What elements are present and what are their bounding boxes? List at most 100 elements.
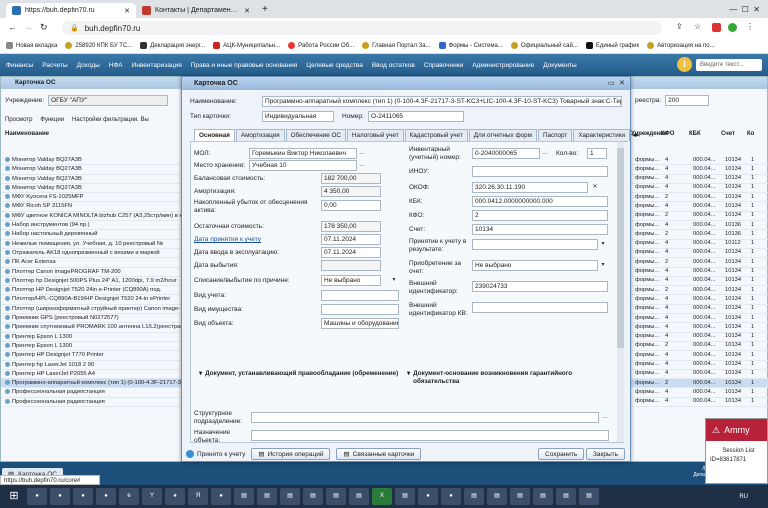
okof-field[interactable]: 320.26.30.11.190 (472, 182, 588, 193)
taskbar-app-icon[interactable]: Y (142, 488, 162, 505)
tab-scroll-icon[interactable]: ◂▸ (632, 131, 639, 139)
lookup-icon[interactable]: … (601, 413, 609, 422)
table-row[interactable]: Плоттер HP Designjet T520 24in e-Printer… (1, 286, 182, 296)
taskbar-app-icon[interactable]: ▤ (579, 488, 599, 505)
table-row[interactable]: Принтер HP LaserJet P2055 A4 (1, 370, 182, 380)
table-row[interactable]: формы... 2 000.04... 10134 1 (631, 212, 768, 222)
book-value-field[interactable]: 182 700,00 (321, 173, 381, 184)
mol-field[interactable]: Горемыкин Виктор Николаевич (249, 148, 357, 159)
extension-icon[interactable] (712, 23, 721, 32)
tab-passport[interactable]: Паспорт (537, 129, 573, 141)
window-controls[interactable]: — ☐ ✕ (729, 5, 760, 14)
bookmark-item[interactable]: АЦК-Муниципальн... (213, 42, 280, 49)
table-row[interactable]: МФУ Ricoh SP 3115FN (1, 202, 182, 212)
close-tab-icon[interactable]: ✕ (244, 7, 250, 15)
residual-value-field[interactable]: 178 350,00 (321, 221, 381, 232)
table-row[interactable]: Профессиональная радиостанция (1, 388, 182, 398)
tab-tax[interactable]: Налоговый учет (346, 129, 404, 141)
table-row[interactable]: формы... 4 000.04... 10134 1 (631, 305, 768, 315)
menu-item-income[interactable]: Доходы (77, 62, 100, 69)
browser-tab-active[interactable]: https://buh.depfin70.ru ✕ (6, 3, 136, 18)
table-row[interactable]: формы... 4 000.04... 10134 1 (631, 314, 768, 324)
tab-cadastral[interactable]: Кадастровый учет (404, 129, 468, 141)
table-row[interactable]: формы... 4 000.04... 10134 1 (631, 323, 768, 333)
clear-icon[interactable]: ✕ (591, 183, 599, 192)
table-row[interactable]: формы... 4 000.04... 10134 1 (631, 370, 768, 380)
institution-field[interactable]: ОГБУ "АПУ" (48, 95, 169, 106)
bookmark-item[interactable]: Декларация энерг... (140, 42, 205, 49)
lookup-icon[interactable]: … (541, 149, 549, 158)
table-row[interactable]: формы... 4 000.04... 10134 1 (631, 268, 768, 277)
filter-settings-button[interactable]: Настройки фильтрации. Вы (72, 117, 149, 123)
warranty-document-section[interactable]: ▾ Документ-основание возникновения гарант… (407, 370, 607, 386)
table-row[interactable]: Принтер Epson L 1300 (1, 333, 182, 342)
chevron-down-icon[interactable]: ▾ (390, 276, 398, 285)
taskbar-app-icon[interactable]: ▤ (395, 488, 415, 505)
table-row[interactable]: Плоттер Canon imagePROGRAF TM-200 (1, 268, 182, 277)
kfo-field[interactable]: 2 (472, 210, 608, 221)
table-row[interactable]: формы... 4 000.04... 10134 1 (631, 295, 768, 305)
taskbar-app-icon[interactable]: ● (27, 488, 47, 505)
extension-icon[interactable] (728, 23, 737, 32)
table-row[interactable]: Плоттер hp Designjet 500PS Plus 24" A1, … (1, 277, 182, 287)
menu-item-nfa[interactable]: НФА (109, 62, 123, 69)
new-tab-icon[interactable]: + (262, 4, 268, 15)
table-row[interactable]: формы... 4 000.04... 10134 1 (631, 184, 768, 194)
tab-reports[interactable]: Для отчетных форм (468, 129, 537, 141)
taskbar-app-icon[interactable]: Я (188, 488, 208, 505)
view-button[interactable]: Просмотр (5, 117, 32, 123)
table-row[interactable]: Монитор Valday BQ27A3B (1, 184, 182, 194)
table-row[interactable]: Отражатель AK18 однопризменный с вехами … (1, 249, 182, 259)
table-row[interactable]: Плоттер (широкоформатный струйный принте… (1, 305, 182, 315)
table-row[interactable]: формы... 2 000.04... 10134 1 (631, 379, 768, 389)
forward-icon[interactable]: → (24, 22, 33, 32)
taskbar-app-icon[interactable]: ● (50, 488, 70, 505)
taskbar-app-icon[interactable]: ● (165, 488, 185, 505)
bookmark-item[interactable]: Работа России Об... (288, 42, 354, 49)
bookmark-item[interactable]: Главная Портал За... (362, 42, 431, 49)
acquisition-source-select[interactable]: Не выбрано (472, 260, 598, 271)
taskbar-app-icon[interactable]: ● (211, 488, 231, 505)
tab-main[interactable]: Основная (194, 129, 235, 141)
structural-unit-field[interactable] (251, 412, 599, 423)
ammy-header[interactable]: ⚠ Ammy (706, 419, 767, 441)
tab-amortization[interactable]: Амортизация (235, 129, 285, 141)
card-type-field[interactable]: Индивидуальная (262, 111, 334, 122)
close-tab-icon[interactable]: ✕ (124, 7, 130, 15)
chevron-down-icon[interactable]: ▾ (599, 261, 607, 270)
object-type-field[interactable]: Машины и оборудование (321, 318, 399, 329)
bookmark-item[interactable]: Единый график (585, 42, 639, 49)
menu-item-inventory[interactable]: Инвентаризация (132, 62, 182, 69)
save-button[interactable]: Сохранить (538, 448, 585, 460)
bookmark-item[interactable]: Официальный сай... (510, 42, 578, 49)
table-row[interactable]: формы... 4 000.04... 10134 1 (631, 277, 768, 287)
commission-date-field[interactable]: 07.11.2024 (321, 247, 381, 258)
taskbar-app-icon[interactable]: ▤ (510, 488, 530, 505)
inou-field[interactable] (472, 166, 608, 177)
history-button[interactable]: ▤ История операций (251, 448, 331, 460)
lookup-icon[interactable]: … (358, 161, 366, 170)
table-row[interactable]: Монитор Valday BQ27A3B (1, 165, 182, 175)
table-row[interactable]: формы... 4 000.04... 10134 1 (631, 165, 768, 175)
writeoff-reason-select[interactable]: Не выбрано (321, 275, 381, 286)
taskbar-app-icon[interactable]: ▤ (533, 488, 553, 505)
bookmark-item[interactable]: Формы - Система... (438, 42, 503, 49)
table-row[interactable]: Программно-аппаратный комплекс (тип 1) (… (1, 379, 182, 389)
taskbar-app-icon[interactable]: ● (418, 488, 438, 505)
app-search-input[interactable]: Введите текст... (696, 59, 762, 71)
name-field[interactable]: Программно-аппаратный комплекс (тип 1) (… (262, 96, 622, 107)
external-id-field[interactable]: 239024733 (472, 281, 608, 292)
lookup-icon[interactable]: … (358, 149, 366, 158)
external-id-kv-field[interactable] (472, 302, 608, 313)
table-row[interactable]: Профессиональная радиостанция (1, 398, 182, 408)
card-number-field[interactable]: О-2411065 (368, 111, 464, 122)
table-row[interactable]: формы... 4 000.04... 10134 1 (631, 175, 768, 184)
minimize-icon[interactable]: ▭ (608, 79, 615, 87)
accepted-as-result-select[interactable] (472, 239, 598, 250)
menu-item-settlements[interactable]: Расчеты (42, 62, 67, 69)
accepted-checkbox[interactable]: Принято к учету (186, 450, 245, 458)
storage-place-field[interactable]: Учебная 10 (249, 160, 357, 171)
table-row[interactable]: формы... 4 000.04... 10112 1 (631, 240, 768, 249)
taskbar-app-icon[interactable]: ▤ (280, 488, 300, 505)
accept-date-field[interactable]: 07.11.2024 (321, 234, 381, 245)
